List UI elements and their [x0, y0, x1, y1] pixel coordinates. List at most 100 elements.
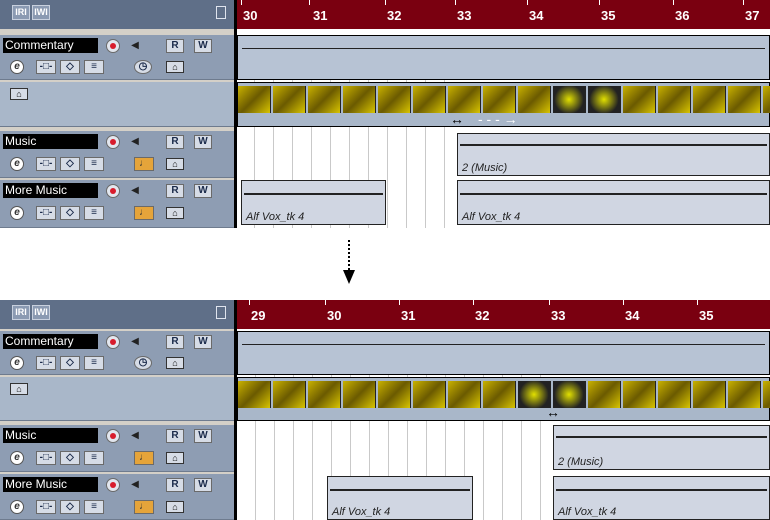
bar-number: 34 — [625, 308, 640, 323]
bottom-arrange-window: IRI IWI Commentary ◀ R W e -□- ◇ ≡ ◷ ⌂ ⌂… — [0, 300, 770, 520]
speaker-icon[interactable]: ◀ — [128, 184, 142, 198]
track-name[interactable]: Music — [3, 428, 98, 443]
write-button[interactable]: W — [194, 478, 212, 492]
commentary-event[interactable] — [237, 331, 770, 375]
record-icon[interactable] — [106, 335, 120, 349]
note-icon[interactable]: ♩ — [134, 206, 154, 220]
track-music[interactable]: Music ◀ R W e -□- ◇ ≡ ♩ ⌂ — [0, 131, 234, 178]
insert-icon[interactable]: -□- — [36, 500, 56, 514]
track-name[interactable]: Music — [3, 134, 98, 149]
w-button[interactable]: IWI — [32, 5, 50, 20]
read-button[interactable]: R — [166, 135, 184, 149]
write-button[interactable]: W — [194, 39, 212, 53]
track-name[interactable]: More Music — [3, 183, 98, 198]
track-video[interactable]: ⌂ — [0, 82, 234, 127]
clock-icon[interactable]: ◷ — [134, 356, 152, 370]
lock-icon[interactable]: ⌂ — [166, 452, 184, 464]
insert-icon[interactable]: -□- — [36, 157, 56, 171]
write-button[interactable]: W — [194, 184, 212, 198]
eq-icon[interactable]: ◇ — [60, 60, 80, 74]
lock-icon[interactable]: ⌂ — [10, 383, 28, 395]
lock-icon[interactable]: ⌂ — [166, 357, 184, 369]
send-icon[interactable]: ≡ — [84, 500, 104, 514]
eq-icon[interactable]: ◇ — [60, 500, 80, 514]
read-button[interactable]: R — [166, 184, 184, 198]
more-music-event-right[interactable]: Alf Vox_tk 4 — [457, 180, 770, 225]
more-music-event-left[interactable]: Alf Vox_tk 4 — [241, 180, 386, 225]
note-icon[interactable]: ♩ — [134, 500, 154, 514]
track-music[interactable]: Music ◀ R W e -□- ◇ ≡ ♩ ⌂ — [0, 425, 234, 472]
record-icon[interactable] — [106, 429, 120, 443]
send-icon[interactable]: ≡ — [84, 206, 104, 220]
lock-icon[interactable]: ⌂ — [10, 88, 28, 100]
read-button[interactable]: R — [166, 39, 184, 53]
send-icon[interactable]: ≡ — [84, 451, 104, 465]
eq-icon[interactable]: ◇ — [60, 157, 80, 171]
video-event[interactable]: ↔ — [237, 377, 770, 421]
lock-icon[interactable]: ⌂ — [166, 158, 184, 170]
track-more-music[interactable]: More Music ◀ R W e -□- ◇ ≡ ♩ ⌂ — [0, 474, 234, 520]
speaker-icon[interactable]: ◀ — [128, 39, 142, 53]
window-toggle[interactable] — [216, 6, 226, 19]
read-button[interactable]: R — [166, 478, 184, 492]
eq-icon[interactable]: ◇ — [60, 451, 80, 465]
speaker-icon[interactable]: ◀ — [128, 478, 142, 492]
clock-icon[interactable]: ◷ — [134, 60, 152, 74]
window-toggle[interactable] — [216, 306, 226, 319]
eq-icon[interactable]: ◇ — [60, 206, 80, 220]
track-video[interactable]: ⌂ — [0, 377, 234, 421]
more-music-event-left[interactable]: Alf Vox_tk 4 — [327, 476, 473, 520]
insert-icon[interactable]: -□- — [36, 60, 56, 74]
event-label: Alf Vox_tk 4 — [558, 506, 617, 518]
lock-icon[interactable]: ⌂ — [166, 207, 184, 219]
insert-icon[interactable]: -□- — [36, 206, 56, 220]
read-button[interactable]: R — [166, 429, 184, 443]
eq-icon[interactable]: ◇ — [60, 356, 80, 370]
video-thumbnails — [238, 381, 770, 408]
record-icon[interactable] — [106, 478, 120, 492]
edit-button[interactable]: e — [10, 451, 24, 465]
speaker-icon[interactable]: ◀ — [128, 429, 142, 443]
track-list: IRI IWI Commentary ◀ R W e -□- ◇ ≡ ◷ ⌂ ⌂… — [0, 300, 234, 520]
more-music-event-right[interactable]: Alf Vox_tk 4 — [553, 476, 770, 520]
record-icon[interactable] — [106, 184, 120, 198]
lock-icon[interactable]: ⌂ — [166, 501, 184, 513]
speaker-icon[interactable]: ◀ — [128, 135, 142, 149]
edit-button[interactable]: e — [10, 60, 24, 74]
track-commentary[interactable]: Commentary ◀ R W e -□- ◇ ≡ ◷ ⌂ — [0, 35, 234, 80]
note-icon[interactable]: ♩ — [134, 451, 154, 465]
write-button[interactable]: W — [194, 335, 212, 349]
track-name[interactable]: Commentary — [3, 38, 98, 53]
track-name[interactable]: More Music — [3, 477, 98, 492]
insert-icon[interactable]: -□- — [36, 356, 56, 370]
edit-button[interactable]: e — [10, 356, 24, 370]
insert-icon[interactable]: -□- — [36, 451, 56, 465]
r-button[interactable]: IRI — [12, 305, 30, 320]
note-icon[interactable]: ♩ — [134, 157, 154, 171]
record-icon[interactable] — [106, 39, 120, 53]
event-label: Alf Vox_tk 4 — [246, 211, 305, 223]
send-icon[interactable]: ≡ — [84, 60, 104, 74]
read-button[interactable]: R — [166, 335, 184, 349]
write-button[interactable]: W — [194, 429, 212, 443]
w-button[interactable]: IWI — [32, 305, 50, 320]
speaker-icon[interactable]: ◀ — [128, 335, 142, 349]
timeline-ruler[interactable]: 30 31 32 33 34 35 36 37 — [237, 0, 770, 29]
track-more-music[interactable]: More Music ◀ R W e -□- ◇ ≡ ♩ ⌂ — [0, 180, 234, 228]
edit-button[interactable]: e — [10, 206, 24, 220]
music-event[interactable]: 2 (Music) — [553, 425, 770, 470]
send-icon[interactable]: ≡ — [84, 157, 104, 171]
record-icon[interactable] — [106, 135, 120, 149]
lock-icon[interactable]: ⌂ — [166, 61, 184, 73]
track-name[interactable]: Commentary — [3, 334, 98, 349]
edit-button[interactable]: e — [10, 157, 24, 171]
commentary-event[interactable] — [237, 35, 770, 80]
track-commentary[interactable]: Commentary ◀ R W e -□- ◇ ≡ ◷ ⌂ — [0, 331, 234, 375]
write-button[interactable]: W — [194, 135, 212, 149]
edit-button[interactable]: e — [10, 500, 24, 514]
timeline-ruler[interactable]: 29 30 31 32 33 34 35 — [237, 300, 770, 329]
music-event[interactable]: 2 (Music) — [457, 133, 770, 176]
send-icon[interactable]: ≡ — [84, 356, 104, 370]
video-event[interactable]: ↔ - - - → — [237, 82, 770, 127]
r-button[interactable]: IRI — [12, 5, 30, 20]
